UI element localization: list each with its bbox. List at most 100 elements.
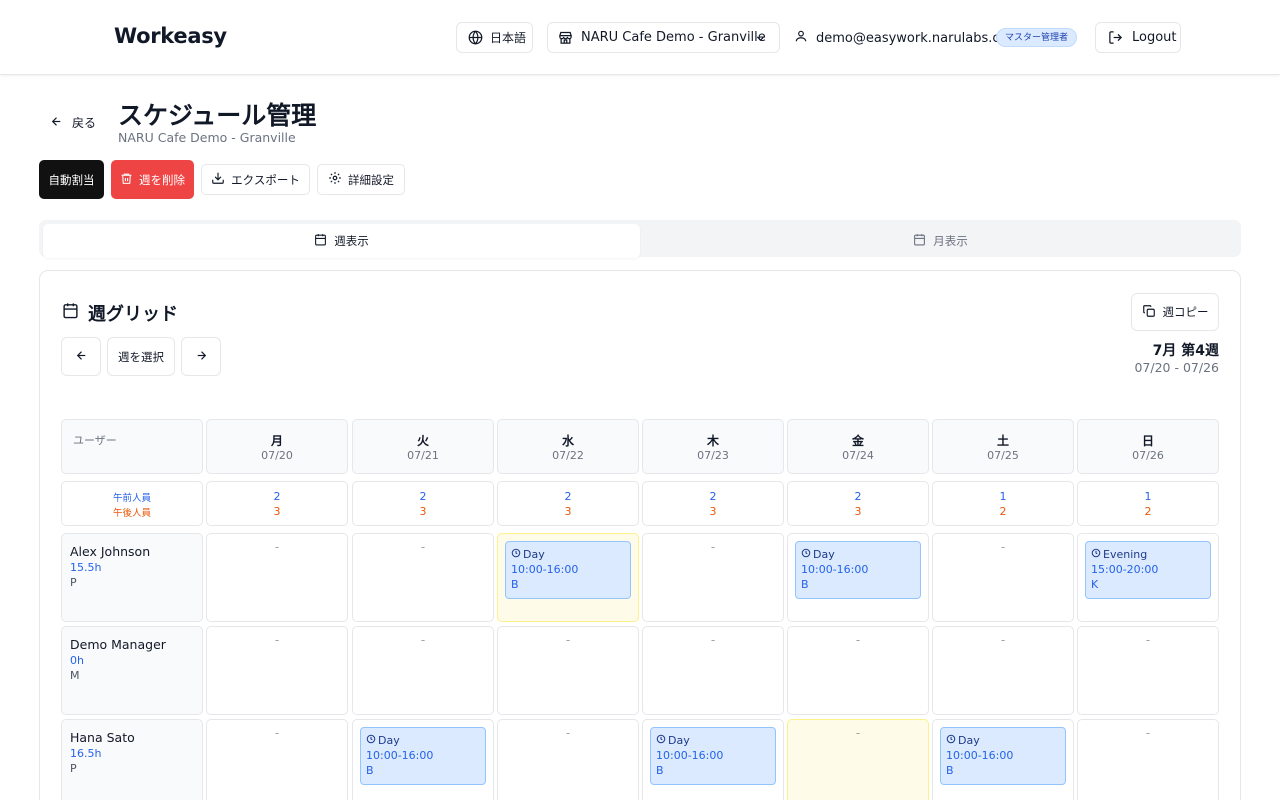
copy-icon (1142, 304, 1156, 321)
am-staff-count: 2 (854, 490, 862, 503)
schedule-cell[interactable]: - (787, 719, 929, 800)
day-header: 金 07/24 (787, 419, 929, 474)
user-role: M (70, 669, 80, 682)
copy-week-button[interactable]: 週コピー (1131, 293, 1219, 331)
delete-week-button[interactable]: 週を削除 (111, 160, 194, 199)
day-header: 水 07/22 (497, 419, 639, 474)
empty-cell-marker: - (565, 633, 571, 647)
schedule-cell[interactable]: - (642, 626, 784, 715)
day-header: 日 07/26 (1077, 419, 1219, 474)
user-column-header: ユーザー (61, 419, 203, 474)
auto-assign-button[interactable]: 自動割当 (39, 160, 104, 199)
empty-cell-marker: - (274, 540, 280, 554)
shift-time: 10:00-16:00 (656, 749, 724, 762)
empty-cell-marker: - (855, 726, 861, 740)
shift-block[interactable]: Day 10:00-16:00 B (940, 727, 1066, 785)
am-staff-label: 午前人員 (112, 493, 151, 504)
prev-week-button[interactable] (61, 337, 101, 376)
empty-cell-marker: - (1000, 633, 1006, 647)
pm-staff-count: 2 (999, 505, 1007, 518)
empty-cell-marker: - (855, 633, 861, 647)
staffing-count-cell: 12 (1077, 481, 1219, 526)
download-icon (211, 171, 225, 188)
schedule-cell[interactable]: - (1077, 719, 1219, 800)
shift-name: Evening (1091, 548, 1147, 561)
page-title: スケジュール管理 (118, 101, 317, 130)
schedule-cell[interactable]: - (352, 533, 494, 622)
user-hours: 16.5h (70, 747, 102, 760)
shift-name-label: Day (523, 548, 545, 561)
day-name: 火 (416, 434, 429, 448)
calendar-icon (314, 233, 327, 249)
schedule-cell[interactable]: - (352, 626, 494, 715)
shift-block[interactable]: Day 10:00-16:00 B (505, 541, 631, 599)
clock-icon (511, 548, 521, 561)
tab-week-view[interactable]: 週表示 (43, 224, 640, 258)
day-name: 金 (851, 434, 864, 448)
export-button[interactable]: エクスポート (201, 164, 310, 195)
shift-code: B (511, 578, 519, 591)
select-week-button[interactable]: 週を選択 (107, 337, 175, 376)
am-staff-count: 1 (1144, 490, 1152, 503)
schedule-cell[interactable]: - (497, 626, 639, 715)
user-role: P (70, 762, 77, 775)
trash-icon (120, 172, 133, 188)
shift-name: Day (366, 734, 400, 747)
back-button[interactable]: 戻る (50, 114, 96, 131)
shift-code: K (1091, 578, 1099, 591)
language-switch-button[interactable]: 日本語 (456, 22, 533, 53)
shift-block[interactable]: Day 10:00-16:00 B (795, 541, 921, 599)
top-navigation-bar: Workeasy 日本語 NARU Cafe Demo - Granville … (0, 0, 1280, 75)
user-column-label: ユーザー (73, 434, 117, 447)
schedule-cell[interactable]: Day 10:00-16:00 B (787, 533, 929, 622)
schedule-cell[interactable]: Evening 15:00-20:00 K (1077, 533, 1219, 622)
gear-icon (328, 171, 342, 188)
shift-block[interactable]: Day 10:00-16:00 B (360, 727, 486, 785)
staffing-label-cell: 午前人員 午後人員 (61, 481, 203, 526)
staffing-count-cell: 23 (206, 481, 348, 526)
schedule-cell[interactable]: - (206, 719, 348, 800)
settings-button[interactable]: 詳細設定 (317, 164, 405, 195)
schedule-cell[interactable]: Day 10:00-16:00 B (932, 719, 1074, 800)
grid-title-label: 週グリッド (88, 304, 178, 325)
pm-staff-count: 3 (709, 505, 717, 518)
schedule-cell[interactable]: - (206, 626, 348, 715)
shift-block[interactable]: Day 10:00-16:00 B (650, 727, 776, 785)
calendar-icon (913, 233, 926, 249)
schedule-cell[interactable]: - (787, 626, 929, 715)
schedule-cell[interactable]: - (642, 533, 784, 622)
empty-cell-marker: - (1145, 633, 1151, 647)
schedule-cell[interactable]: - (1077, 626, 1219, 715)
empty-cell-marker: - (274, 633, 280, 647)
day-header: 木 07/23 (642, 419, 784, 474)
chevron-down-icon (754, 32, 767, 45)
auto-assign-label: 自動割当 (48, 172, 95, 187)
schedule-cell[interactable]: - (497, 719, 639, 800)
pm-staff-count: 3 (854, 505, 862, 518)
next-week-button[interactable] (181, 337, 221, 376)
am-staff-count: 2 (273, 490, 281, 503)
empty-cell-marker: - (710, 540, 716, 554)
arrow-left-icon (75, 349, 88, 365)
schedule-cell[interactable]: - (206, 533, 348, 622)
shift-block[interactable]: Evening 15:00-20:00 K (1085, 541, 1211, 599)
schedule-cell[interactable]: Day 10:00-16:00 B (352, 719, 494, 800)
user-name: Demo Manager (70, 637, 166, 652)
schedule-cell[interactable]: - (932, 626, 1074, 715)
user-hours: 0h (70, 654, 84, 667)
am-staff-count: 2 (419, 490, 427, 503)
day-date: 07/23 (697, 449, 729, 462)
user-icon (794, 29, 808, 47)
schedule-cell[interactable]: Day 10:00-16:00 B (497, 533, 639, 622)
day-date: 07/21 (407, 449, 439, 462)
user-name: Alex Johnson (70, 544, 151, 559)
export-label: エクスポート (231, 172, 300, 187)
logout-button[interactable]: Logout (1095, 22, 1181, 53)
tab-month-view[interactable]: 月表示 (642, 224, 1239, 258)
clock-icon (366, 734, 376, 747)
schedule-cell[interactable]: - (932, 533, 1074, 622)
day-name: 月 (270, 434, 283, 448)
schedule-cell[interactable]: Day 10:00-16:00 B (642, 719, 784, 800)
app-logo[interactable]: Workeasy (114, 24, 227, 48)
store-selector[interactable]: NARU Cafe Demo - Granville (547, 22, 780, 53)
